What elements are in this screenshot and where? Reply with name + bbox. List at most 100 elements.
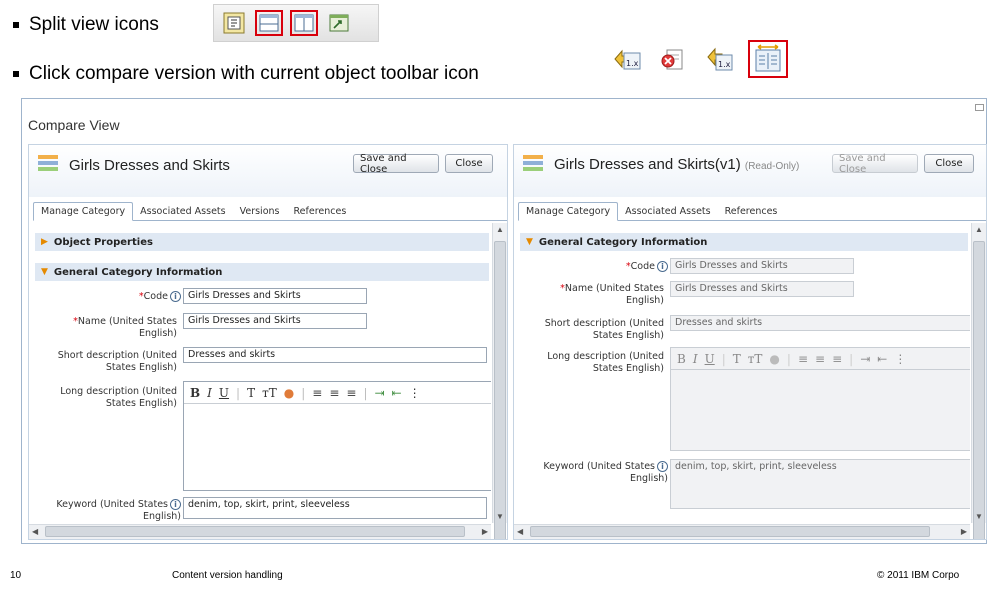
tab-content: ▼ General Category Information *Code i Gir… bbox=[518, 223, 970, 523]
scroll-down-icon[interactable]: ▼ bbox=[975, 512, 983, 521]
italic-button[interactable]: I bbox=[207, 386, 212, 400]
keyword-field[interactable]: denim, top, skirt, print, sleeveless bbox=[183, 497, 487, 519]
scroll-left-icon[interactable]: ◀ bbox=[32, 527, 38, 536]
indent-icon[interactable]: ⇥ bbox=[375, 386, 385, 400]
collapse-arrow-icon: ▼ bbox=[41, 267, 48, 277]
category-icon bbox=[523, 155, 543, 177]
tab-references[interactable]: References bbox=[718, 203, 785, 220]
tab-references[interactable]: References bbox=[286, 203, 353, 220]
code-field[interactable]: Girls Dresses and Skirts bbox=[183, 288, 367, 304]
scroll-down-icon[interactable]: ▼ bbox=[496, 512, 504, 521]
tab-associated-assets[interactable]: Associated Assets bbox=[618, 203, 717, 220]
section-general-category[interactable]: ▼ General Category Information bbox=[520, 233, 968, 251]
scroll-thumb[interactable] bbox=[973, 241, 985, 539]
save-and-close-button[interactable]: Save and Close bbox=[353, 153, 439, 175]
rollback-version-icon[interactable]: 1.x bbox=[702, 43, 736, 75]
restore-version-icon[interactable]: 1.x bbox=[610, 43, 644, 75]
bold-button[interactable]: B bbox=[190, 386, 200, 400]
close-button[interactable]: Close bbox=[924, 154, 974, 173]
bullet-list-icon[interactable]: ⋮ bbox=[409, 386, 421, 400]
split-horizontal-icon[interactable] bbox=[255, 10, 283, 36]
scroll-thumb[interactable] bbox=[494, 241, 506, 539]
text-color-icon: ● bbox=[769, 351, 780, 366]
open-in-new-window-icon[interactable] bbox=[325, 10, 353, 36]
align-right-icon[interactable]: ≡ bbox=[346, 386, 356, 400]
name-field: Girls Dresses and Skirts bbox=[670, 281, 854, 297]
horizontal-scrollbar[interactable]: ◀ ▶ bbox=[514, 524, 970, 539]
info-icon[interactable]: i bbox=[170, 499, 181, 510]
maximize-icon[interactable] bbox=[975, 104, 984, 111]
short-description-field: Dresses and skirts bbox=[670, 315, 970, 331]
keyword-field: denim, top, skirt, print, sleeveless bbox=[670, 459, 970, 509]
delete-version-icon[interactable] bbox=[656, 43, 690, 75]
bullet-list-icon: ⋮ bbox=[894, 351, 907, 366]
tab-manage-category[interactable]: Manage Category bbox=[33, 202, 134, 221]
bullet-text: Split view icons bbox=[29, 14, 159, 35]
name-field[interactable]: Girls Dresses and Skirts bbox=[183, 313, 367, 329]
scroll-thumb[interactable] bbox=[45, 526, 465, 537]
toolbar-divider: | bbox=[786, 351, 791, 366]
scroll-thumb[interactable] bbox=[530, 526, 930, 537]
tab-associated-assets[interactable]: Associated Assets bbox=[133, 203, 232, 220]
scroll-left-icon[interactable]: ◀ bbox=[517, 527, 523, 536]
current-object-pane: Girls Dresses and Skirts Save and Close … bbox=[28, 144, 508, 540]
expand-arrow-icon: ▶ bbox=[41, 237, 48, 247]
section-title: General Category Information bbox=[538, 236, 708, 248]
close-button[interactable]: Close bbox=[445, 154, 493, 173]
section-title: General Category Information bbox=[53, 266, 223, 278]
footer-copyright: © 2011 IBM Corpo bbox=[877, 570, 960, 581]
section-title: Object Properties bbox=[53, 236, 153, 248]
pane-header: Girls Dresses and Skirts(v1) (Read-Only)… bbox=[514, 145, 986, 197]
tab-manage-category[interactable]: Manage Category bbox=[518, 202, 619, 221]
short-description-field[interactable]: Dresses and skirts bbox=[183, 347, 487, 363]
toolbar-divider: | bbox=[849, 351, 854, 366]
split-vertical-icon[interactable] bbox=[290, 10, 318, 36]
long-description-label: Long description (United States English) bbox=[547, 351, 664, 374]
name-label: *Name (United States English) bbox=[560, 283, 664, 306]
bullet-marker bbox=[13, 71, 19, 77]
code-label: *Code i bbox=[33, 291, 181, 303]
outdent-icon: ⇤ bbox=[877, 351, 888, 366]
vertical-scrollbar[interactable]: ▲ ▼ bbox=[971, 223, 986, 539]
underline-button[interactable]: U bbox=[219, 386, 229, 400]
font-size-button[interactable]: тT bbox=[262, 386, 277, 400]
bold-button: B bbox=[677, 351, 686, 366]
info-icon[interactable]: i bbox=[170, 291, 181, 302]
text-color-icon[interactable]: ● bbox=[284, 386, 294, 400]
font-size-button: тT bbox=[747, 351, 763, 366]
compare-view-window: Compare View Girls Dresses and Skirts Sa… bbox=[21, 98, 987, 544]
split-view-icon-strip bbox=[213, 4, 379, 42]
name-label: *Name (United States English) bbox=[73, 316, 177, 339]
rich-text-toolbar: B I U | T тT ● | ≡ ≡ ≡ | ⇥ ⇤ ⋮ bbox=[671, 348, 970, 370]
compare-version-icon[interactable] bbox=[748, 40, 788, 78]
info-icon[interactable]: i bbox=[657, 261, 668, 272]
section-object-properties[interactable]: ▶ Object Properties bbox=[35, 233, 489, 251]
align-right-icon: ≡ bbox=[832, 351, 843, 366]
toolbar-divider: | bbox=[363, 385, 368, 400]
category-icon bbox=[38, 155, 58, 177]
tab-bar: Manage Category Associated Assets Refere… bbox=[518, 199, 986, 221]
info-icon[interactable]: i bbox=[657, 461, 668, 472]
keyword-label: Keyword (United States i English) bbox=[56, 499, 181, 522]
toolbar-divider: | bbox=[721, 351, 726, 366]
scroll-right-icon[interactable]: ▶ bbox=[482, 527, 488, 536]
outline-view-icon[interactable] bbox=[220, 10, 248, 36]
indent-icon: ⇥ bbox=[860, 351, 871, 366]
long-description-editor[interactable]: B I U | T тT ● | ≡ ≡ ≡ | ⇥ ⇤ ⋮ bbox=[183, 381, 491, 491]
pane-header: Girls Dresses and Skirts Save and Close … bbox=[29, 145, 507, 197]
tab-versions[interactable]: Versions bbox=[233, 203, 287, 220]
scroll-right-icon[interactable]: ▶ bbox=[961, 527, 967, 536]
horizontal-scrollbar[interactable]: ◀ ▶ bbox=[29, 524, 491, 539]
scroll-up-icon[interactable]: ▲ bbox=[496, 225, 504, 234]
scroll-up-icon[interactable]: ▲ bbox=[975, 225, 983, 234]
section-general-category[interactable]: ▼ General Category Information bbox=[35, 263, 489, 281]
vertical-scrollbar[interactable]: ▲ ▼ bbox=[492, 223, 507, 539]
outdent-icon[interactable]: ⇤ bbox=[392, 386, 402, 400]
font-button[interactable]: T bbox=[247, 386, 255, 400]
tab-bar: Manage Category Associated Assets Versio… bbox=[33, 199, 507, 221]
align-center-icon[interactable]: ≡ bbox=[329, 386, 339, 400]
version-pane: Girls Dresses and Skirts(v1) (Read-Only)… bbox=[513, 144, 987, 540]
long-description-label: Long description (United States English) bbox=[60, 386, 177, 409]
align-left-icon[interactable]: ≡ bbox=[312, 386, 322, 400]
align-center-icon: ≡ bbox=[815, 351, 826, 366]
